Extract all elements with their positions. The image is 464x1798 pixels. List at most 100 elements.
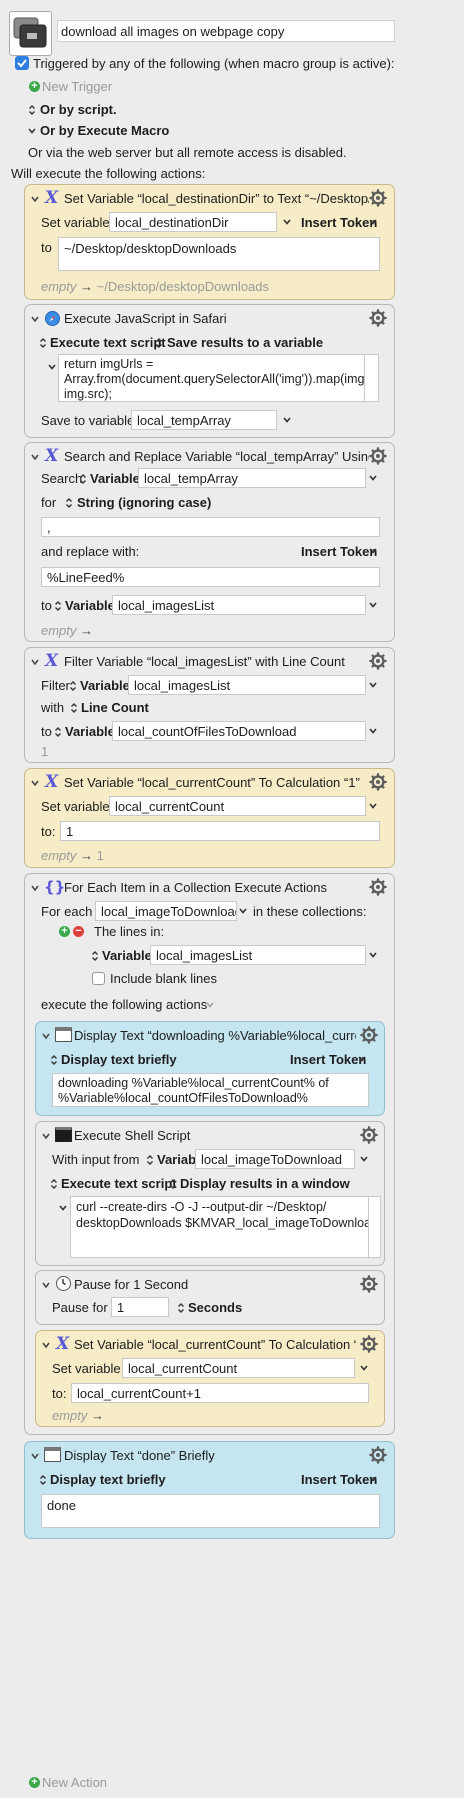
- variable-name-field[interactable]: local_destinationDir: [109, 212, 277, 232]
- gear-icon[interactable]: [369, 652, 387, 670]
- action-set-variable-destination[interactable]: X Set Variable “local_destinationDir” to…: [24, 184, 395, 300]
- lines-variable-field[interactable]: local_imagesList: [150, 945, 366, 965]
- action-for-each[interactable]: {} For Each Item in a Collection Execute…: [24, 873, 395, 1435]
- remove-collection-icon[interactable]: −: [73, 926, 84, 937]
- save-to-label: Save to variable:: [41, 413, 138, 428]
- action-pause[interactable]: Pause for 1 Second Pause for 1 Seconds: [35, 1270, 385, 1325]
- display-mode-popup[interactable]: Display text briefly: [61, 1052, 177, 1068]
- calculation-field[interactable]: local_currentCount+1: [71, 1383, 369, 1403]
- chevron-down-icon[interactable]: [359, 1155, 369, 1163]
- search-type-popup[interactable]: Variable: [90, 471, 140, 487]
- chevron-down-icon[interactable]: [238, 907, 248, 915]
- scrollbar[interactable]: [365, 354, 379, 402]
- execute-mode-popup[interactable]: Execute text script: [61, 1176, 177, 1192]
- action-display-text-progress[interactable]: Display Text “downloading %Variable%loca…: [35, 1021, 385, 1116]
- new-action-button[interactable]: New Action: [42, 1775, 107, 1791]
- gear-icon[interactable]: [369, 773, 387, 791]
- insert-token-button[interactable]: Insert Token: [290, 1052, 366, 1068]
- to-variable-field[interactable]: local_countOfFilesToDownload: [112, 721, 366, 741]
- chevron-down-icon[interactable]: [368, 474, 378, 482]
- search-variable-field[interactable]: local_tempArray: [138, 468, 366, 488]
- chevron-down-icon[interactable]: [368, 802, 378, 810]
- insert-token-button[interactable]: Insert Token: [301, 544, 377, 560]
- filter-variable-field[interactable]: local_imagesList: [128, 675, 366, 695]
- action-filter-variable[interactable]: X Filter Variable “local_imagesList” wit…: [24, 647, 395, 763]
- item-variable-field[interactable]: local_imageToDownload: [95, 901, 237, 921]
- to-type-popup[interactable]: Variable: [65, 598, 115, 614]
- action-set-variable-count[interactable]: X Set Variable “local_currentCount” To C…: [24, 768, 395, 868]
- gear-icon[interactable]: [360, 1026, 378, 1044]
- variable-name-field[interactable]: local_currentCount: [122, 1358, 355, 1378]
- chevron-down-icon[interactable]: [368, 681, 378, 689]
- display-results-popup[interactable]: Display results in a window: [180, 1176, 350, 1192]
- disclosure-triangle[interactable]: [30, 883, 40, 893]
- gear-icon[interactable]: [360, 1126, 378, 1144]
- add-trigger-icon[interactable]: +: [29, 81, 40, 92]
- display-text-field[interactable]: downloading %Variable%local_currentCount…: [52, 1073, 369, 1107]
- include-blank-checkbox[interactable]: [92, 972, 105, 985]
- variable-name-field[interactable]: local_currentCount: [109, 796, 366, 816]
- to-variable-field[interactable]: local_imagesList: [112, 595, 366, 615]
- display-mode-popup[interactable]: Display text briefly: [50, 1472, 166, 1488]
- insert-token-button[interactable]: Insert Token: [301, 215, 377, 231]
- text-value-field[interactable]: ~/Desktop/desktopDownloads: [58, 237, 380, 271]
- pause-value-field[interactable]: 1: [111, 1297, 169, 1317]
- lines-type-popup[interactable]: Variable: [102, 948, 152, 964]
- disclosure-triangle[interactable]: [30, 778, 40, 788]
- gear-icon[interactable]: [369, 447, 387, 465]
- add-collection-icon[interactable]: +: [59, 926, 70, 937]
- chevron-down-icon[interactable]: [282, 218, 292, 226]
- chevron-down-icon: [368, 218, 378, 226]
- trigger-checkbox[interactable]: [15, 56, 29, 70]
- disclosure-triangle[interactable]: [41, 1131, 51, 1141]
- action-set-variable-increment[interactable]: X Set Variable “local_currentCount” To C…: [35, 1330, 385, 1427]
- to-type-popup[interactable]: Variable: [65, 724, 115, 740]
- chevron-down-icon[interactable]: [368, 951, 378, 959]
- or-by-execute-macro[interactable]: Or by Execute Macro: [40, 123, 169, 139]
- execute-mode-popup[interactable]: Execute text script: [50, 335, 166, 351]
- insert-token-button[interactable]: Insert Token: [301, 1472, 377, 1488]
- action-execute-shell-script[interactable]: Execute Shell Script With input from Var…: [35, 1121, 385, 1266]
- save-to-variable-field[interactable]: local_tempArray: [131, 410, 277, 430]
- action-display-text-done[interactable]: Display Text “done” Briefly Display text…: [24, 1441, 395, 1539]
- macro-name-field[interactable]: download all images on webpage copy: [57, 20, 395, 42]
- calculation-field[interactable]: 1: [60, 821, 380, 841]
- timer-gear-icon[interactable]: [360, 1275, 378, 1293]
- chevron-down-icon[interactable]: [368, 727, 378, 735]
- or-by-script[interactable]: Or by script.: [40, 102, 117, 118]
- disclosure-triangle[interactable]: [41, 1340, 51, 1350]
- disclosure-triangle[interactable]: [30, 314, 40, 324]
- search-for-field[interactable]: ,: [41, 517, 380, 537]
- action-search-replace[interactable]: X Search and Replace Variable “local_tem…: [24, 442, 395, 642]
- with-mode-popup[interactable]: Line Count: [81, 700, 149, 716]
- action-execute-javascript[interactable]: Execute JavaScript in Safari Execute tex…: [24, 304, 395, 438]
- disclosure-triangle[interactable]: [30, 1451, 40, 1461]
- chevron-down-icon[interactable]: [282, 416, 292, 424]
- chevron-down-icon[interactable]: [58, 1204, 68, 1212]
- gear-icon[interactable]: [360, 1335, 378, 1353]
- gear-icon[interactable]: [369, 1446, 387, 1464]
- for-mode-popup[interactable]: String (ignoring case): [77, 495, 211, 511]
- javascript-text-field[interactable]: return imgUrls = Array.from(document.que…: [58, 354, 365, 402]
- scrollbar[interactable]: [369, 1196, 381, 1258]
- shell-script-field[interactable]: curl --create-dirs -O -J --output-dir ~/…: [70, 1196, 369, 1258]
- save-results-popup[interactable]: Save results to a variable: [167, 335, 323, 351]
- replace-with-field[interactable]: %LineFeed%: [41, 567, 380, 587]
- gear-icon[interactable]: [369, 189, 387, 207]
- disclosure-triangle[interactable]: [30, 657, 40, 667]
- filter-type-popup[interactable]: Variable: [80, 678, 130, 694]
- chevron-down-icon[interactable]: [359, 1364, 369, 1372]
- pause-unit-popup[interactable]: Seconds: [188, 1300, 242, 1316]
- gear-icon[interactable]: [369, 309, 387, 327]
- disclosure-triangle[interactable]: [30, 194, 40, 204]
- chevron-down-icon[interactable]: [368, 601, 378, 609]
- disclosure-triangle[interactable]: [41, 1031, 51, 1041]
- new-trigger-button[interactable]: New Trigger: [42, 79, 112, 95]
- disclosure-triangle[interactable]: [30, 452, 40, 462]
- gear-icon[interactable]: [369, 878, 387, 896]
- add-action-icon[interactable]: +: [29, 1777, 40, 1788]
- display-text-field[interactable]: done: [41, 1494, 380, 1528]
- disclosure-triangle[interactable]: [41, 1280, 51, 1290]
- chevron-down-icon[interactable]: [47, 363, 57, 371]
- input-variable-field[interactable]: local_imageToDownload: [195, 1149, 355, 1169]
